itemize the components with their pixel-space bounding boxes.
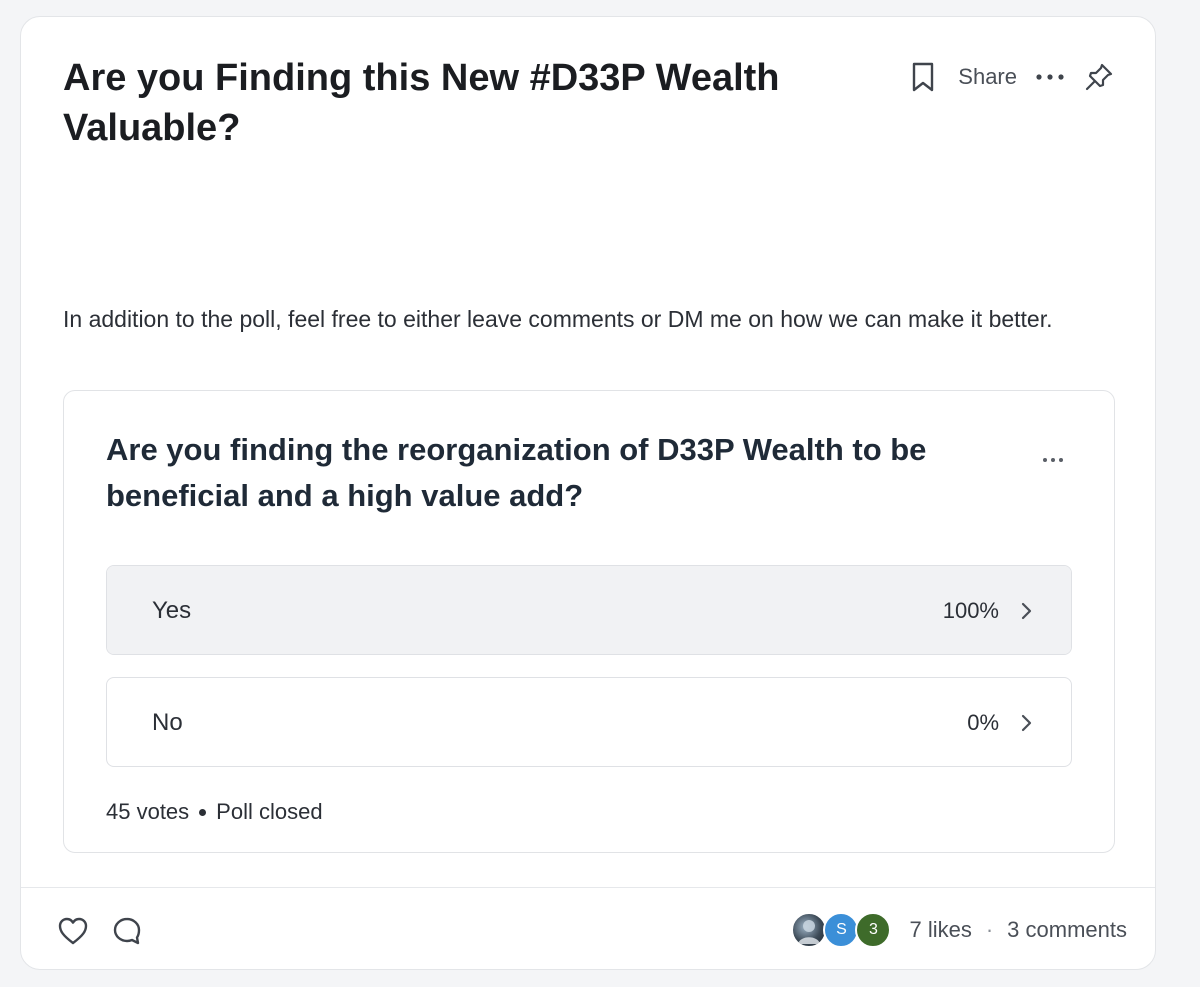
share-label: Share (958, 64, 1017, 89)
poll-status: Poll closed (216, 799, 323, 824)
footer-divider (21, 887, 1155, 888)
poll-option-percent: 100% (942, 598, 999, 623)
bookmark-button[interactable] (910, 61, 936, 93)
share-button[interactable]: Share (954, 64, 1017, 90)
post-title: Are you Finding this New #D33P Wealth Va… (63, 57, 780, 149)
post-card: Are you Finding this New #D33P Wealth Va… (20, 16, 1156, 970)
likes-count[interactable]: 7 likes (909, 917, 971, 943)
more-horizontal-icon (1043, 458, 1063, 462)
avatar-initial: S (836, 921, 847, 938)
liker-avatars[interactable]: S 3 (791, 912, 892, 948)
poll-card: Are you finding the reorganization of D3… (63, 390, 1115, 853)
chevron-right-icon (1021, 714, 1032, 732)
more-options-button[interactable] (1035, 72, 1065, 82)
dot-separator: · (985, 917, 994, 942)
bookmark-icon (913, 62, 934, 92)
poll-option-yes[interactable]: Yes 100% (106, 565, 1072, 655)
avatar: S (823, 912, 860, 948)
like-button[interactable] (57, 916, 89, 946)
poll-option-percent: 0% (967, 710, 999, 735)
more-horizontal-icon (1036, 74, 1064, 80)
poll-votes: 45 votes (106, 799, 190, 824)
poll-option-fill (107, 566, 1071, 654)
comment-button[interactable] (111, 915, 143, 947)
comment-icon (113, 917, 141, 945)
pin-icon (1085, 63, 1113, 91)
poll-option-no[interactable]: No 0% (106, 677, 1072, 767)
post-actions: Share (910, 59, 1115, 95)
avatar-photo-icon (798, 920, 821, 944)
avatar-initial: 3 (869, 921, 878, 938)
poll-option-label: Yes (152, 597, 192, 624)
poll-question: Are you finding the reorganization of D3… (106, 432, 927, 513)
pin-button[interactable] (1083, 61, 1115, 93)
avatar: 3 (855, 912, 892, 948)
poll-option-label: No (152, 709, 183, 736)
chevron-right-icon (1021, 602, 1032, 620)
reaction-actions (57, 915, 143, 947)
post-body: In addition to the poll, feel free to ei… (63, 306, 1053, 332)
engagement-summary: S 3 7 likes · 3 comments (791, 912, 1127, 948)
comments-count[interactable]: 3 comments (1007, 917, 1127, 943)
bullet-separator (199, 808, 207, 816)
avatar (791, 912, 828, 948)
poll-footer: 45 votes Poll closed (106, 799, 323, 825)
poll-more-button[interactable] (1042, 451, 1064, 469)
heart-icon (58, 917, 88, 945)
